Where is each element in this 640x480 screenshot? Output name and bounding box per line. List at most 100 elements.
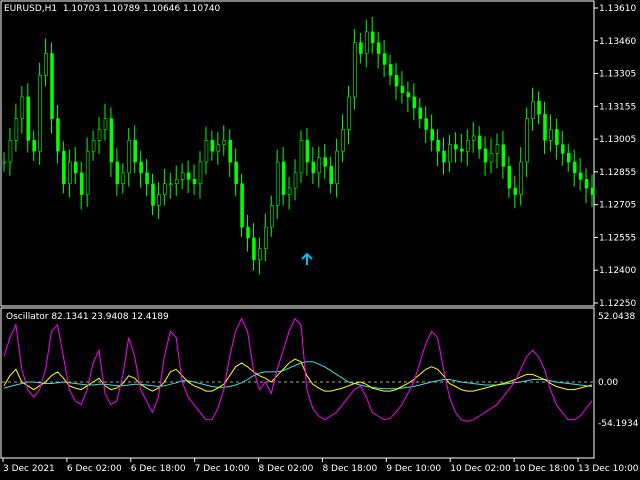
price-tick-label: 1.12855 [599, 168, 636, 178]
candle-body [163, 183, 167, 195]
candle-body [311, 161, 316, 174]
candle-body [537, 100, 541, 115]
candle-body [246, 226, 250, 239]
candle-body [8, 140, 13, 163]
candle-body [317, 157, 322, 174]
price-axis: 1.13610 1.13460 1.13305 1.13155 1.13005 1.128… [594, 4, 636, 309]
candle-body [430, 129, 434, 141]
candle-body [174, 179, 179, 184]
time-tick-label: 7 Dec 10:00 [195, 464, 250, 474]
candle-body [347, 96, 351, 130]
candle-body [68, 161, 72, 184]
candle-body [477, 135, 482, 150]
oscillator-info-label: Oscillator 82.1341 23.9408 12.4189 [6, 312, 169, 322]
candle-body [578, 172, 583, 180]
candle-body [442, 150, 446, 163]
price-candles [2, 16, 595, 275]
time-tick-label: 8 Dec 18:00 [322, 464, 377, 474]
candle-body [507, 166, 512, 189]
candle-body [157, 194, 161, 206]
time-tick-label: 3 Dec 2021 [3, 464, 55, 474]
candle-body [228, 140, 232, 163]
candle-body [198, 161, 203, 184]
candle-body [370, 31, 375, 44]
candle-body [531, 100, 535, 119]
candle-body [269, 205, 274, 228]
candle-body [216, 144, 221, 152]
price-tick-label: 1.13305 [599, 70, 636, 80]
candle-body [275, 161, 280, 206]
trading-chart[interactable]: 1.13610 1.13460 1.13305 1.13155 1.13005 1.128… [0, 0, 640, 480]
candle-body [519, 161, 524, 195]
candle-body [566, 153, 571, 163]
candle-body [133, 140, 137, 163]
candle-body [44, 53, 48, 76]
candle-body [495, 144, 500, 154]
candle-body [258, 248, 262, 260]
candle-body [56, 118, 60, 152]
time-tick-label: 10 Dec 02:00 [450, 464, 511, 474]
price-tick-label: 1.12250 [599, 299, 636, 309]
time-tick-label: 6 Dec 02:00 [67, 464, 122, 474]
candle-body [97, 129, 102, 141]
candle-body [287, 187, 292, 195]
candle-body [590, 187, 595, 195]
candle-body [406, 92, 411, 98]
candle-body [365, 31, 369, 54]
candle-body [20, 96, 25, 119]
candle-body [50, 53, 54, 119]
candle-body [85, 150, 90, 195]
candle-body [448, 144, 452, 163]
candle-body [204, 140, 209, 163]
candle-body [169, 183, 173, 185]
candle-body [79, 172, 84, 195]
candle-body [264, 226, 268, 250]
candle-body [359, 42, 363, 54]
candle-body [62, 150, 66, 184]
osc-tick-top: 52.0438 [598, 312, 635, 322]
candle-body [400, 85, 405, 93]
candle-body [222, 140, 227, 145]
candle-body [412, 96, 417, 109]
candle-body [186, 172, 191, 180]
candle-body [293, 172, 298, 189]
candle-body [483, 148, 488, 163]
time-tick-label: 8 Dec 02:00 [259, 464, 314, 474]
candle-body [305, 140, 310, 163]
candle-body [460, 148, 464, 152]
candle-body [38, 74, 42, 152]
time-tick-label: 13 Dec 10:00 [578, 464, 639, 474]
candle-body [299, 140, 304, 174]
candle-body [341, 129, 345, 152]
candle-body [139, 161, 143, 174]
time-axis: 3 Dec 2021 6 Dec 02:00 6 Dec 18:00 7 Dec 10… [2, 458, 639, 474]
candle-body [382, 53, 387, 65]
candle-body [465, 140, 470, 152]
candle-body [572, 161, 577, 174]
candle-body [584, 179, 589, 189]
candle-body [376, 42, 381, 54]
price-tick-label: 1.12555 [599, 233, 636, 243]
oscillator-magenta-line [3, 317, 593, 422]
price-tick-label: 1.12400 [599, 266, 636, 276]
candle-body [471, 135, 476, 141]
candle-body [145, 172, 149, 184]
price-tick-label: 1.13610 [599, 4, 636, 14]
candle-body [234, 161, 238, 184]
candle-body [73, 161, 78, 174]
candle-body [418, 107, 423, 119]
candle-body [26, 96, 31, 141]
candle-body [513, 187, 518, 195]
price-tick-label: 1.12705 [599, 201, 636, 211]
candle-body [501, 144, 506, 167]
candle-body [525, 118, 529, 163]
candle-body [323, 157, 328, 167]
time-tick-label: 9 Dec 10:00 [386, 464, 441, 474]
candle-body [335, 150, 339, 184]
candle-body [489, 153, 494, 163]
candle-body [543, 113, 547, 141]
candle-body [115, 161, 120, 184]
osc-tick-zero: 0.00 [598, 378, 618, 388]
price-tick-label: 1.13460 [599, 37, 636, 47]
candle-body [561, 144, 565, 154]
